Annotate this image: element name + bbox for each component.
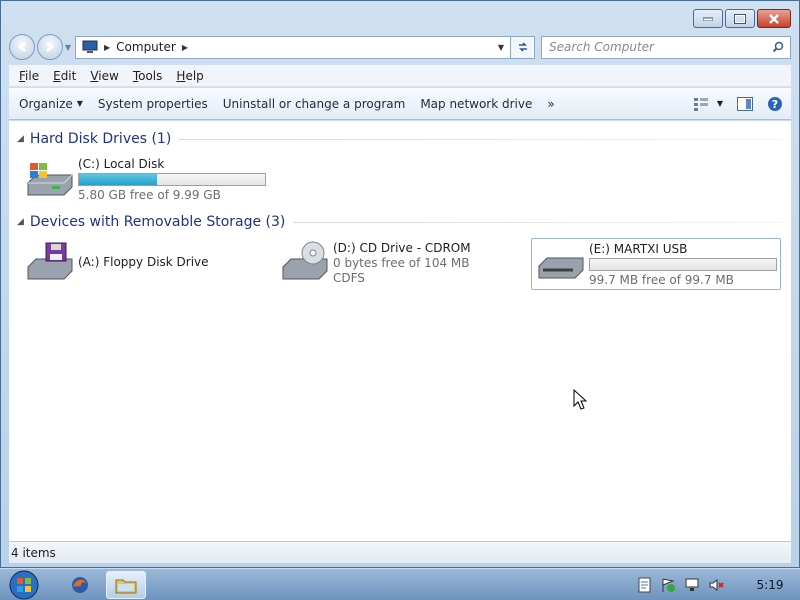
refresh-icon <box>518 42 527 52</box>
minimize-icon <box>703 17 713 21</box>
close-button[interactable] <box>757 9 791 28</box>
organize-button[interactable]: Organize ▼ <box>9 97 98 111</box>
group-divider <box>293 221 783 223</box>
maximize-button[interactable] <box>725 9 755 28</box>
taskbar-explorer[interactable] <box>106 570 146 599</box>
windows-start-icon <box>9 570 39 599</box>
group-title: Hard Disk Drives (1) <box>29 131 172 147</box>
drive-name: (C:) Local Disk <box>78 157 165 171</box>
organize-label: Organize <box>19 96 73 111</box>
drive-d[interactable]: (D:) CD Drive - CDROM 0 bytes free of 10… <box>279 241 471 286</box>
menu-help[interactable]: Help <box>176 69 203 83</box>
mouse-cursor-icon <box>573 389 587 410</box>
explorer-window: ▼ ▶ Computer ▶ ▼ Search Computer File Ed… <box>0 0 800 568</box>
group-hard-disk-drives[interactable]: ◢ Hard Disk Drives (1) <box>17 131 783 147</box>
help-icon[interactable]: ? <box>767 96 783 112</box>
menu-view[interactable]: View <box>90 69 118 83</box>
computer-icon <box>82 40 98 53</box>
chevron-down-icon: ▼ <box>716 99 723 108</box>
menu-tools[interactable]: Tools <box>133 69 163 83</box>
group-removable-storage[interactable]: ◢ Devices with Removable Storage (3) <box>17 214 783 230</box>
status-bar: 4 items <box>9 541 791 563</box>
hard-drive-windows-icon <box>27 163 73 196</box>
chevron-down-icon: ▼ <box>76 99 83 108</box>
back-button[interactable] <box>9 34 35 60</box>
system-tray: 5:19 <box>638 577 800 593</box>
usb-drive-icon <box>538 257 584 279</box>
recent-pages-dropdown[interactable]: ▼ <box>63 43 73 52</box>
address-bar[interactable]: ▶ Computer ▶ ▼ <box>75 35 511 59</box>
collapse-triangle-icon[interactable]: ◢ <box>17 134 24 144</box>
command-bar: Organize ▼ System properties Uninstall o… <box>9 88 791 120</box>
network-icon[interactable] <box>684 577 700 593</box>
drive-filesystem: CDFS <box>333 271 365 285</box>
action-center-flag-icon[interactable] <box>660 577 676 593</box>
search-input[interactable]: Search Computer <box>541 35 791 59</box>
drive-usage-bar <box>589 258 777 271</box>
drive-e[interactable]: (E:) MARTXI USB 99.7 MB free of 99.7 MB <box>531 238 781 290</box>
svg-text:?: ? <box>772 98 778 111</box>
group-divider <box>179 138 783 140</box>
caption-buttons <box>693 9 791 28</box>
drive-c[interactable]: (C:) Local Disk 5.80 GB free of 9.99 GB <box>24 157 266 203</box>
menu-file[interactable]: File <box>19 69 39 83</box>
more-commands-button[interactable]: » <box>547 97 569 111</box>
drive-usage-fill <box>79 174 158 185</box>
drive-usage-bar <box>78 173 266 186</box>
view-list-icon <box>693 97 708 111</box>
search-icon[interactable] <box>772 41 784 53</box>
drive-free-space: 5.80 GB free of 9.99 GB <box>78 188 221 202</box>
address-dropdown-icon[interactable]: ▼ <box>492 43 510 52</box>
maximize-icon <box>734 13 746 24</box>
collapse-triangle-icon[interactable]: ◢ <box>17 217 24 227</box>
map-network-drive-button[interactable]: Map network drive <box>420 97 547 111</box>
preview-pane-icon[interactable] <box>737 96 753 111</box>
menu-bar: File Edit View Tools Help <box>9 65 791 87</box>
refresh-button[interactable] <box>511 35 535 59</box>
breadcrumb-chevron-icon[interactable]: ▶ <box>182 43 188 52</box>
item-count: 4 items <box>11 545 56 560</box>
firefox-icon <box>72 576 88 593</box>
breadcrumb-computer[interactable]: Computer <box>116 40 176 54</box>
system-properties-button[interactable]: System properties <box>98 97 223 111</box>
taskbar: 5:19 <box>0 568 800 600</box>
cd-drive-icon <box>282 241 328 280</box>
drive-name: (D:) CD Drive - CDROM <box>333 241 471 255</box>
floppy-drive-icon <box>27 242 73 280</box>
drive-a[interactable]: (A:) Floppy Disk Drive <box>24 241 209 283</box>
search-placeholder: Search Computer <box>549 40 654 54</box>
drive-name: (A:) Floppy Disk Drive <box>78 255 209 269</box>
change-view-button[interactable]: ▼ <box>693 97 723 111</box>
drive-free-space: 99.7 MB free of 99.7 MB <box>589 273 734 287</box>
group-title: Devices with Removable Storage (3) <box>29 214 286 230</box>
folder-icon <box>115 579 137 593</box>
uninstall-program-button[interactable]: Uninstall or change a program <box>223 97 421 111</box>
address-row: ▼ ▶ Computer ▶ ▼ Search Computer <box>9 34 791 60</box>
content-pane: ◢ Hard Disk Drives (1) (C:) Local Disk 5… <box>9 121 791 541</box>
taskbar-firefox[interactable] <box>60 571 100 599</box>
close-icon <box>769 13 779 24</box>
forward-arrow-icon <box>46 42 55 52</box>
drive-name: (E:) MARTXI USB <box>589 242 688 256</box>
clock[interactable]: 5:19 <box>750 578 790 592</box>
menu-edit[interactable]: Edit <box>53 69 76 83</box>
volume-muted-icon[interactable] <box>708 577 724 593</box>
back-arrow-icon <box>17 42 26 52</box>
drive-free-space: 0 bytes free of 104 MB <box>333 256 470 270</box>
start-button[interactable] <box>4 569 44 600</box>
breadcrumb-chevron-icon[interactable]: ▶ <box>104 43 110 52</box>
document-tray-icon[interactable] <box>638 577 652 593</box>
forward-button[interactable] <box>37 34 63 60</box>
minimize-button[interactable] <box>693 9 723 28</box>
